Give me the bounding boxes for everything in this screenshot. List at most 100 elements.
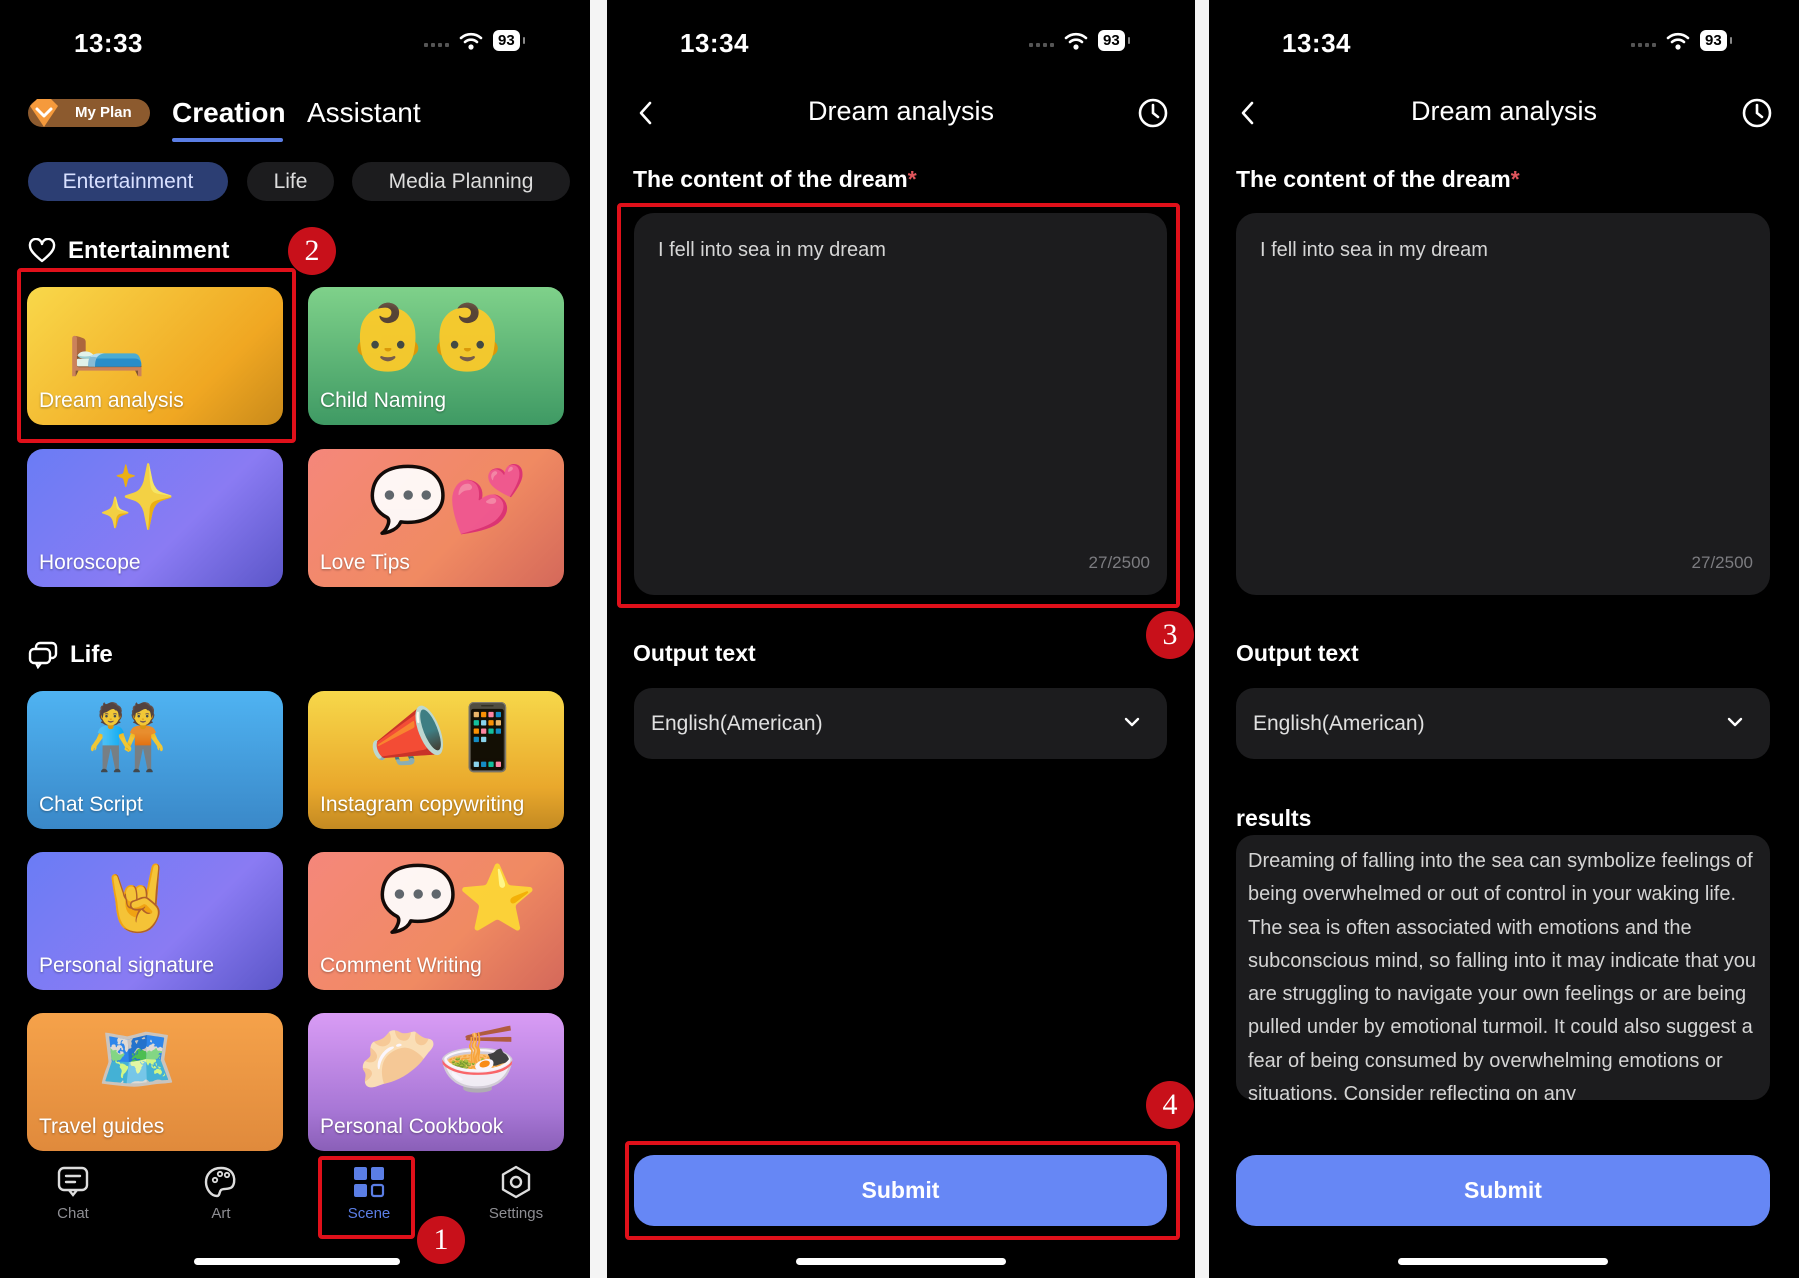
status-icons: 93 (1029, 30, 1130, 51)
map-icon: 🗺️ (97, 1023, 177, 1095)
home-indicator (1398, 1258, 1608, 1265)
battery-indicator: 93 (1700, 30, 1732, 51)
section-heading-entertainment: Entertainment (28, 237, 229, 265)
submit-button[interactable]: Submit (1236, 1155, 1770, 1226)
megaphone-icon: 📣📱 (368, 701, 528, 773)
nav-label: Art (211, 1205, 231, 1222)
diamond-icon (30, 99, 58, 127)
output-language-select[interactable]: English(American) (634, 688, 1167, 759)
status-icons: 93 (1631, 30, 1732, 51)
content-label-text: The content of the dream (633, 166, 908, 192)
heart-icon (28, 238, 56, 263)
annotation-badge: 3 (1146, 611, 1194, 659)
wifi-icon (1666, 32, 1690, 50)
food-icon: 🥟🍜 (358, 1023, 518, 1095)
card-label: Travel guides (39, 1115, 165, 1138)
annotation-box-submit (625, 1141, 1180, 1240)
screen-dream-analysis-input: 13:34 93 Dream analysis The content of t… (607, 0, 1195, 1278)
output-language-value: English(American) (1253, 711, 1425, 735)
screen-scene-home: 13:33 93 My Plan Creation Assistant Ente… (0, 0, 590, 1278)
required-asterisk: * (1510, 166, 1520, 192)
comments-icon: 💬⭐ (378, 862, 538, 934)
output-text-label: Output text (1236, 640, 1359, 666)
card-label: Personal signature (39, 954, 215, 977)
required-asterisk: * (907, 166, 917, 192)
wifi-icon (1064, 32, 1088, 50)
babies-icon: 👶👶 (348, 301, 508, 373)
annotation-box-textarea (617, 203, 1180, 608)
hearts-icon: 💬💕 (368, 463, 528, 535)
card-comment-writing[interactable]: 💬⭐ Comment Writing (308, 852, 564, 990)
card-label: Instagram copywriting (320, 793, 525, 816)
tab-active-indicator (172, 138, 283, 142)
card-child-naming[interactable]: 👶👶 Child Naming (308, 287, 564, 425)
status-time: 13:34 (680, 28, 749, 58)
wifi-icon (459, 32, 483, 50)
section-title: Life (70, 641, 113, 668)
palette-icon (204, 1166, 236, 1198)
results-label: results (1236, 805, 1312, 831)
card-label: Chat Script (39, 793, 143, 816)
section-title: Entertainment (68, 237, 230, 264)
nav-label: Chat (57, 1205, 89, 1222)
signal-icon (1029, 42, 1054, 47)
chip-life[interactable]: Life (247, 162, 334, 201)
card-love-tips[interactable]: 💬💕 Love Tips (308, 449, 564, 587)
chat-icon (57, 1166, 89, 1197)
results-box[interactable]: Dreaming of falling into the sea can sym… (1236, 835, 1770, 1100)
output-language-select[interactable]: English(American) (1236, 688, 1770, 759)
content-label-text: The content of the dream (1236, 166, 1511, 192)
annotation-badge: 2 (288, 227, 336, 275)
annotation-badge: 4 (1146, 1081, 1194, 1129)
card-horoscope[interactable]: ✨ Horoscope (27, 449, 283, 587)
content-label: The content of the dream* (633, 166, 917, 193)
signal-icon (424, 42, 449, 47)
output-language-value: English(American) (651, 711, 823, 735)
card-travel-guides[interactable]: 🗺️ Travel guides (27, 1013, 283, 1151)
nav-settings[interactable]: Settings (461, 1165, 571, 1222)
dream-content-textarea[interactable]: I fell into sea in my dream 27/2500 (1236, 213, 1770, 595)
annotation-box-dream-card (17, 268, 296, 443)
chip-media-planning[interactable]: Media Planning (352, 162, 570, 201)
status-icons: 93 (424, 30, 525, 51)
output-text-label: Output text (633, 640, 756, 666)
content-label: The content of the dream* (1236, 166, 1520, 193)
page-title: Dream analysis (1410, 96, 1598, 126)
annotation-box-scene-tab (318, 1156, 415, 1239)
history-clock-icon[interactable] (1741, 97, 1773, 129)
screen-dream-analysis-result: 13:34 93 Dream analysis The content of t… (1209, 0, 1799, 1278)
constellation-icon: ✨ (97, 461, 177, 533)
nav-art[interactable]: Art (166, 1165, 276, 1222)
card-label: Horoscope (39, 551, 141, 574)
tab-creation[interactable]: Creation (172, 97, 286, 129)
chevron-down-icon (1727, 717, 1743, 727)
cool-sign-icon: 🤘 (97, 862, 177, 934)
card-chat-script[interactable]: 🧑‍🤝‍🧑 Chat Script (27, 691, 283, 829)
nav-label: Settings (488, 1205, 544, 1222)
card-label: Comment Writing (320, 954, 482, 977)
card-instagram-copywriting[interactable]: 📣📱 Instagram copywriting (308, 691, 564, 829)
chip-entertainment[interactable]: Entertainment (28, 162, 228, 201)
card-label: Child Naming (320, 389, 447, 412)
people-talking-icon: 🧑‍🤝‍🧑 (87, 701, 167, 773)
card-personal-signature[interactable]: 🤘 Personal signature (27, 852, 283, 990)
history-clock-icon[interactable] (1137, 97, 1169, 129)
section-heading-life: Life (28, 641, 113, 669)
nav-chat[interactable]: Chat (18, 1165, 128, 1222)
page-title: Dream analysis (807, 96, 995, 126)
results-text: Dreaming of falling into the sea can sym… (1248, 850, 1757, 1100)
card-personal-cookbook[interactable]: 🥟🍜 Personal Cookbook (308, 1013, 564, 1151)
signal-icon (1631, 42, 1656, 47)
home-indicator (796, 1258, 1006, 1265)
card-label: Personal Cookbook (320, 1115, 504, 1138)
battery-indicator: 93 (1098, 30, 1130, 51)
dream-content-value: I fell into sea in my dream (1260, 239, 1488, 261)
character-counter: 27/2500 (1691, 553, 1753, 572)
tab-assistant[interactable]: Assistant (307, 97, 421, 129)
chevron-down-icon (1124, 717, 1140, 727)
my-plan-label: My Plan (75, 104, 132, 121)
settings-hexagon-icon (501, 1165, 531, 1199)
card-label: Love Tips (320, 551, 410, 574)
home-indicator (194, 1258, 400, 1265)
battery-indicator: 93 (493, 30, 525, 51)
